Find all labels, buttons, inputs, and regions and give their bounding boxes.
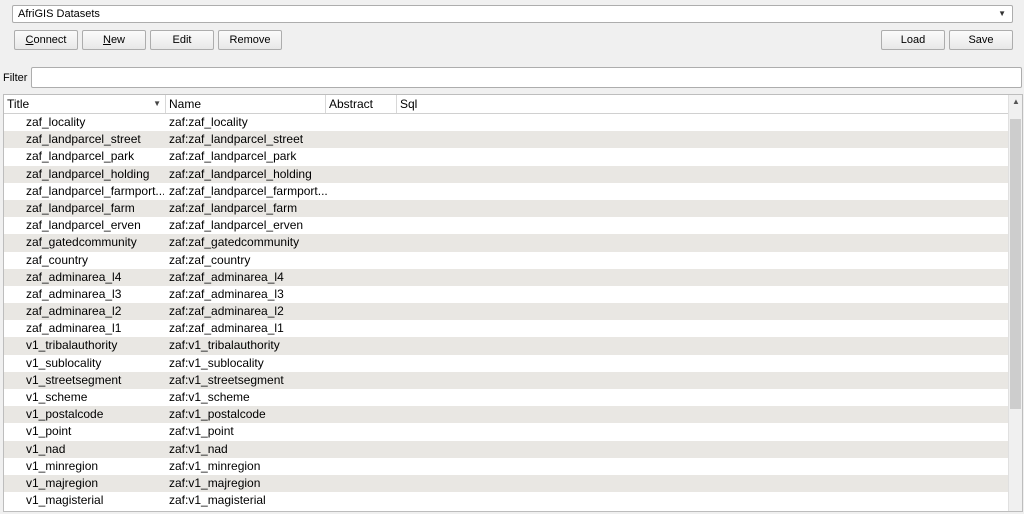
cell-title: v1_tribalauthority — [26, 338, 118, 353]
column-header-name[interactable]: Name — [166, 95, 326, 113]
cell-name: zaf:v1_scheme — [169, 390, 250, 404]
cell-title: v1_majregion — [26, 475, 99, 490]
vertical-scrollbar[interactable]: ▲ — [1008, 95, 1022, 511]
column-header-title[interactable]: Title ▼ — [4, 95, 166, 113]
load-button[interactable]: Load — [881, 30, 945, 50]
table-row[interactable]: zaf_country zaf:zaf_country — [4, 252, 1008, 269]
scroll-up-icon[interactable]: ▲ — [1012, 97, 1020, 106]
filter-label: Filter — [3, 72, 28, 84]
table-body: zaf_locality zaf:zaf_locality zaf_landparc… — [4, 114, 1008, 509]
connection-selected-value: AfriGIS Datasets — [18, 8, 100, 20]
cell-title: v1_magisterial — [26, 493, 104, 508]
table-row[interactable]: v1_streetsegment zaf:v1_streetsegment — [4, 371, 1008, 389]
table-row[interactable]: zaf_adminarea_l2 zaf:zaf_adminarea_l2 — [4, 303, 1008, 321]
scrollbar-thumb[interactable] — [1010, 119, 1021, 409]
cell-name: zaf:v1_nad — [169, 441, 228, 456]
table-row[interactable]: v1_point zaf:v1_point — [4, 423, 1008, 440]
table-row[interactable]: v1_tribalauthority zaf:v1_tribalauthority — [4, 337, 1008, 355]
table-row[interactable]: zaf_gatedcommunity zaf:zaf_gatedcommunity — [4, 234, 1008, 252]
cell-title: zaf_landparcel_erven — [26, 218, 141, 233]
cell-title: v1_point — [26, 424, 72, 439]
chevron-down-icon[interactable]: ▼ — [998, 9, 1006, 18]
table-row[interactable]: zaf_landparcel_street zaf:zaf_landparcel_… — [4, 131, 1008, 149]
cell-name: zaf:v1_streetsegment — [169, 372, 284, 387]
table-row[interactable]: v1_postalcode zaf:v1_postalcode — [4, 406, 1008, 424]
cell-name: zaf:v1_minregion — [169, 458, 261, 473]
table-row[interactable]: v1_nad zaf:v1_nad — [4, 440, 1008, 458]
cell-name: zaf:zaf_landparcel_farmport... — [169, 183, 327, 198]
cell-name: zaf:zaf_adminarea_l4 — [169, 269, 284, 284]
cell-name: zaf:zaf_landparcel_erven — [169, 218, 304, 233]
cell-name: zaf:v1_sublocality — [169, 355, 264, 370]
cell-name: zaf:zaf_landparcel_farm — [169, 200, 298, 215]
remove-button[interactable]: Remove — [218, 30, 282, 50]
column-header-title-label: Title — [7, 97, 30, 111]
cell-name: zaf:v1_postalcode — [169, 407, 266, 422]
cell-name: zaf:zaf_landparcel_street — [169, 132, 304, 147]
table-row[interactable]: v1_minregion zaf:v1_minregion — [4, 458, 1008, 475]
cell-title: zaf_landparcel_farm — [26, 200, 135, 215]
table-row[interactable]: zaf_adminarea_l3 zaf:zaf_adminarea_l3 — [4, 286, 1008, 303]
save-button[interactable]: Save — [949, 30, 1013, 50]
table-row[interactable]: zaf_adminarea_l1 zaf:zaf_adminarea_l1 — [4, 320, 1008, 337]
connection-dropdown[interactable]: AfriGIS Datasets ▼ — [12, 5, 1013, 23]
cell-title: zaf_locality — [26, 115, 86, 129]
new-mnemonic: N — [102, 34, 111, 46]
cell-title: zaf_landparcel_street — [26, 132, 141, 147]
cell-name: zaf:zaf_landparcel_holding — [169, 166, 312, 181]
column-header-abstract[interactable]: Abstract — [326, 95, 397, 113]
cell-title: zaf_landparcel_holding — [26, 166, 150, 181]
sort-descending-icon: ▼ — [153, 99, 161, 108]
table-row[interactable]: zaf_landparcel_holding zaf:zaf_landparcel… — [4, 165, 1008, 183]
table-header: Title ▼ Name Abstract Sql — [4, 95, 1008, 114]
edit-button[interactable]: Edit — [150, 30, 214, 50]
layers-table: Title ▼ Name Abstract Sql zaf_locality za… — [3, 94, 1023, 512]
cell-name: zaf:zaf_locality — [169, 115, 248, 129]
table-row[interactable]: zaf_landparcel_erven zaf:zaf_landparcel_e… — [4, 217, 1008, 234]
filter-input[interactable] — [31, 67, 1022, 88]
cell-title: zaf_adminarea_l1 — [26, 321, 122, 336]
cell-name: zaf:v1_magisterial — [169, 493, 266, 508]
cell-title: zaf_adminarea_l2 — [26, 304, 122, 319]
cell-name: zaf:zaf_adminarea_l1 — [169, 321, 284, 336]
new-label: ew — [110, 34, 125, 46]
table-row[interactable]: zaf_locality zaf:zaf_locality — [4, 114, 1008, 131]
table-row[interactable]: v1_magisterial zaf:v1_magisterial — [4, 492, 1008, 509]
cell-name: zaf:zaf_gatedcommunity — [169, 235, 300, 250]
table-row[interactable]: zaf_landparcel_farmport... zaf:zaf_landpa… — [4, 183, 1008, 200]
connect-label: onnect — [33, 34, 67, 46]
cell-title: zaf_adminarea_l3 — [26, 286, 122, 301]
table-row[interactable]: zaf_landparcel_park zaf:zaf_landparcel_pa… — [4, 148, 1008, 165]
cell-name: zaf:zaf_country — [169, 252, 251, 267]
cell-name: zaf:v1_point — [169, 424, 234, 439]
cell-title: zaf_landparcel_farmport... — [26, 183, 164, 198]
cell-title: v1_nad — [26, 441, 66, 456]
new-button[interactable]: New — [82, 30, 146, 50]
column-header-sql[interactable]: Sql — [397, 95, 1008, 113]
cell-title: v1_postalcode — [26, 407, 104, 422]
table-row[interactable]: zaf_adminarea_l4 zaf:zaf_adminarea_l4 — [4, 268, 1008, 286]
cell-title: zaf_country — [26, 252, 89, 267]
table-row[interactable]: zaf_landparcel_farm zaf:zaf_landparcel_fa… — [4, 199, 1008, 218]
cell-title: v1_scheme — [26, 390, 88, 404]
cell-name: zaf:v1_tribalauthority — [169, 338, 280, 353]
table-row[interactable]: v1_majregion zaf:v1_majregion — [4, 474, 1008, 493]
cell-title: v1_minregion — [26, 458, 99, 473]
cell-title: zaf_gatedcommunity — [26, 235, 137, 250]
table-row[interactable]: v1_scheme zaf:v1_scheme — [4, 389, 1008, 406]
cell-title: v1_streetsegment — [26, 372, 122, 387]
cell-name: zaf:zaf_landparcel_park — [169, 149, 297, 164]
table-row[interactable]: v1_sublocality zaf:v1_sublocality — [4, 355, 1008, 372]
connect-button[interactable]: Connect — [14, 30, 78, 50]
cell-name: zaf:v1_majregion — [169, 475, 261, 490]
cell-name: zaf:zaf_adminarea_l2 — [169, 304, 284, 319]
cell-title: zaf_landparcel_park — [26, 149, 135, 164]
cell-title: zaf_adminarea_l4 — [26, 269, 122, 284]
cell-name: zaf:zaf_adminarea_l3 — [169, 286, 284, 301]
cell-title: v1_sublocality — [26, 355, 102, 370]
